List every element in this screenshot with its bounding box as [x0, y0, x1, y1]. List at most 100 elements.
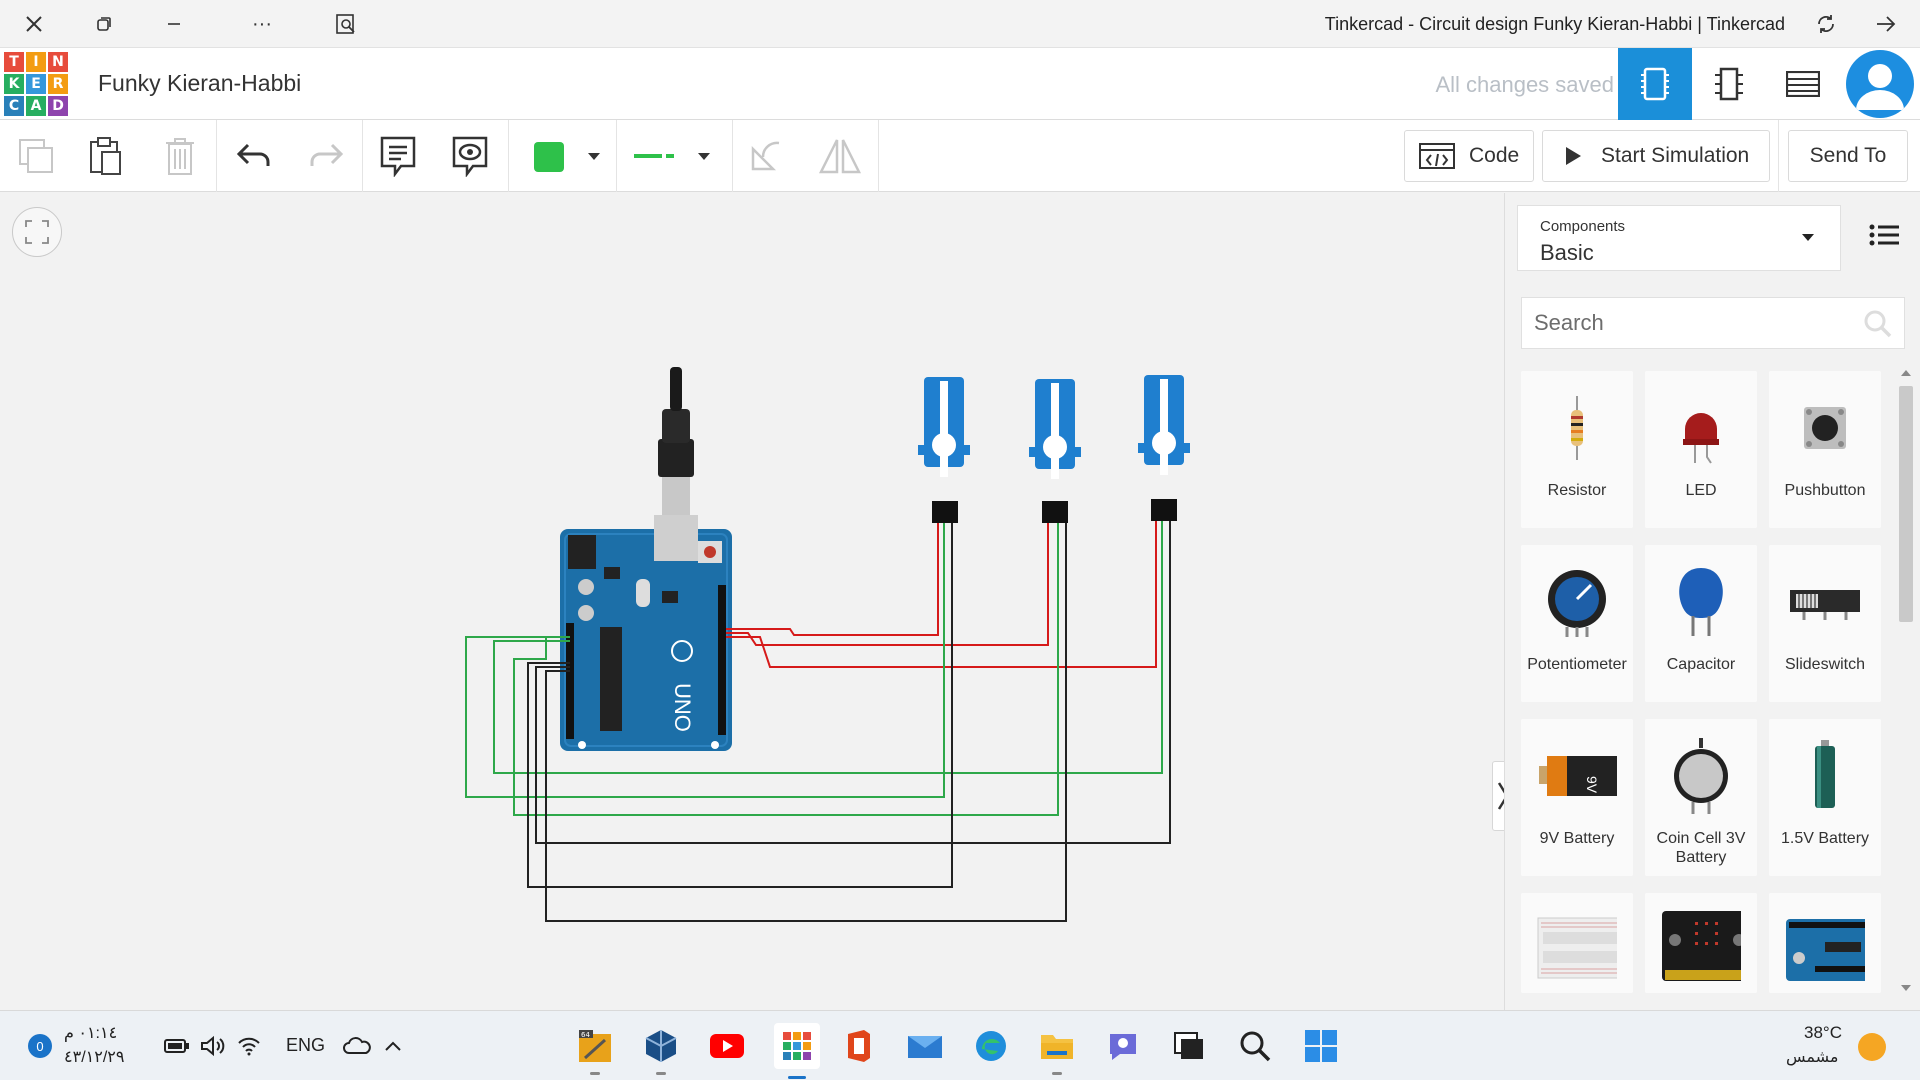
code-icon — [1419, 143, 1455, 169]
component-list-button[interactable] — [1766, 48, 1840, 120]
schematic-view-button[interactable] — [1692, 48, 1766, 120]
wifi-icon[interactable] — [230, 1027, 268, 1065]
wire-color-picker[interactable] — [522, 134, 612, 178]
component-card-pushbutton[interactable]: Pushbutton — [1769, 371, 1881, 528]
wire-type-picker[interactable] — [624, 134, 716, 178]
taskbar-app-chat[interactable] — [1104, 1027, 1142, 1065]
list-view-button[interactable] — [1869, 223, 1899, 247]
redo-button[interactable] — [304, 134, 348, 178]
component-card-capacitor[interactable]: Capacitor — [1645, 545, 1757, 702]
component-card-1-5v-battery[interactable]: 1.5V Battery — [1769, 719, 1881, 876]
component-card-slideswitch[interactable]: Slideswitch — [1769, 545, 1881, 702]
flip-button[interactable] — [818, 134, 862, 178]
send-to-button[interactable]: Send To — [1788, 130, 1908, 182]
component-card-microbit[interactable] — [1645, 893, 1757, 993]
copy-button[interactable] — [14, 134, 58, 178]
forward-icon[interactable] — [1872, 10, 1900, 38]
notes-visibility-button[interactable] — [448, 134, 492, 178]
taskbar-app-virtualbox[interactable] — [642, 1027, 680, 1075]
paste-icon — [90, 137, 121, 175]
arduino-uno-board[interactable]: UNO — [560, 515, 732, 751]
servo-motor[interactable] — [918, 377, 970, 523]
scroll-down-icon[interactable] — [1899, 983, 1913, 993]
cube-icon — [645, 1030, 677, 1062]
component-card-coin-cell[interactable]: Coin Cell 3V Battery — [1645, 719, 1757, 876]
folder-icon — [1041, 1035, 1073, 1059]
code-button[interactable]: Code — [1404, 130, 1534, 182]
servo-motor[interactable] — [1029, 379, 1081, 523]
taskbar-app-explorer[interactable] — [1038, 1027, 1076, 1075]
notification-badge[interactable]: 0 — [28, 1034, 52, 1058]
toolbar: Code Start Simulation Send To — [0, 120, 1920, 192]
taskbar-search[interactable] — [1236, 1027, 1274, 1065]
more-options-icon[interactable]: ··· — [248, 10, 276, 38]
panel-scrollbar[interactable] — [1897, 368, 1915, 993]
send-to-label: Send To — [1809, 144, 1887, 167]
notes-button[interactable] — [376, 134, 420, 178]
toolbar-divider — [216, 120, 217, 192]
page-search-icon[interactable] — [332, 10, 360, 38]
project-name[interactable]: Funky Kieran-Habbi — [98, 70, 301, 97]
search-input[interactable] — [1534, 308, 1834, 338]
usb-cable[interactable] — [658, 367, 694, 515]
minimize-icon[interactable] — [160, 10, 188, 38]
component-card-breadboard[interactable] — [1521, 893, 1633, 993]
scroll-up-icon[interactable] — [1899, 368, 1913, 378]
sun-icon[interactable] — [1858, 1033, 1886, 1061]
potentiometer-icon — [1548, 570, 1606, 637]
scrollbar-thumb[interactable] — [1899, 386, 1913, 622]
wire-type-icon — [634, 154, 674, 158]
circuit-view-button[interactable] — [1618, 48, 1692, 120]
redo-icon — [310, 143, 344, 166]
taskbar-app-youtube[interactable] — [708, 1027, 746, 1065]
component-label: LED — [1685, 482, 1717, 499]
undo-button[interactable] — [232, 134, 276, 178]
weather-condition[interactable]: مشمس — [1786, 1047, 1839, 1067]
battery-icon[interactable] — [158, 1027, 196, 1065]
paste-button[interactable] — [84, 134, 128, 178]
logo-letter: K — [4, 74, 24, 94]
youtube-icon — [710, 1034, 744, 1058]
component-card-resistor[interactable]: Resistor — [1521, 371, 1633, 528]
component-card-9v-battery[interactable]: 9V 9V Battery — [1521, 719, 1633, 876]
search-box[interactable] — [1521, 297, 1905, 349]
chevron-up-icon[interactable] — [374, 1027, 412, 1065]
delete-button[interactable] — [158, 134, 202, 178]
start-simulation-button[interactable]: Start Simulation — [1542, 130, 1770, 182]
onedrive-icon[interactable] — [338, 1027, 376, 1065]
components-label: Components — [1540, 218, 1626, 235]
rotate-button[interactable] — [744, 134, 788, 178]
servo-motor[interactable] — [1138, 375, 1190, 521]
taskbar-app-mail[interactable] — [906, 1027, 944, 1065]
volume-icon[interactable] — [194, 1027, 232, 1065]
circuit-canvas[interactable]: UNO — [0, 193, 1514, 1010]
taskbar-app-edge[interactable] — [972, 1027, 1010, 1065]
taskbar-app-task-view[interactable] — [1170, 1027, 1208, 1065]
tinkercad-logo[interactable]: TIN KER CAD — [4, 52, 68, 116]
language-indicator[interactable]: ENG — [286, 1035, 325, 1056]
taskbar-app-tinkercad[interactable] — [774, 1023, 820, 1079]
taskbar-app-office[interactable] — [840, 1027, 878, 1065]
component-card-potentiometer[interactable]: Potentiometer — [1521, 545, 1633, 702]
clock-time[interactable]: ٠١:١٤ م — [64, 1023, 117, 1043]
start-button[interactable] — [1302, 1027, 1340, 1065]
weather-temperature[interactable]: 38°C — [1804, 1023, 1842, 1043]
component-label: Capacitor — [1666, 656, 1736, 673]
component-label: Potentiometer — [1527, 656, 1627, 673]
signal-wires[interactable] — [726, 521, 1157, 668]
clock-date[interactable]: ٤٣/١٢/٢٩ — [64, 1047, 124, 1067]
slideswitch-icon — [1790, 590, 1860, 620]
refresh-icon[interactable] — [1812, 10, 1840, 38]
restore-icon[interactable] — [90, 10, 118, 38]
component-card-arduino[interactable] — [1769, 893, 1881, 993]
toolbar-divider — [616, 120, 617, 192]
component-card-led[interactable]: LED — [1645, 371, 1757, 528]
component-list-icon — [1786, 71, 1820, 97]
user-avatar[interactable] — [1846, 50, 1914, 118]
taskbar-app-files[interactable]: 64 — [576, 1027, 614, 1075]
search-icon[interactable] — [1864, 310, 1892, 338]
close-icon[interactable] — [20, 10, 48, 38]
code-button-label: Code — [1469, 144, 1520, 167]
logo-letter: I — [26, 52, 46, 72]
components-dropdown[interactable]: Components Basic — [1517, 205, 1841, 271]
